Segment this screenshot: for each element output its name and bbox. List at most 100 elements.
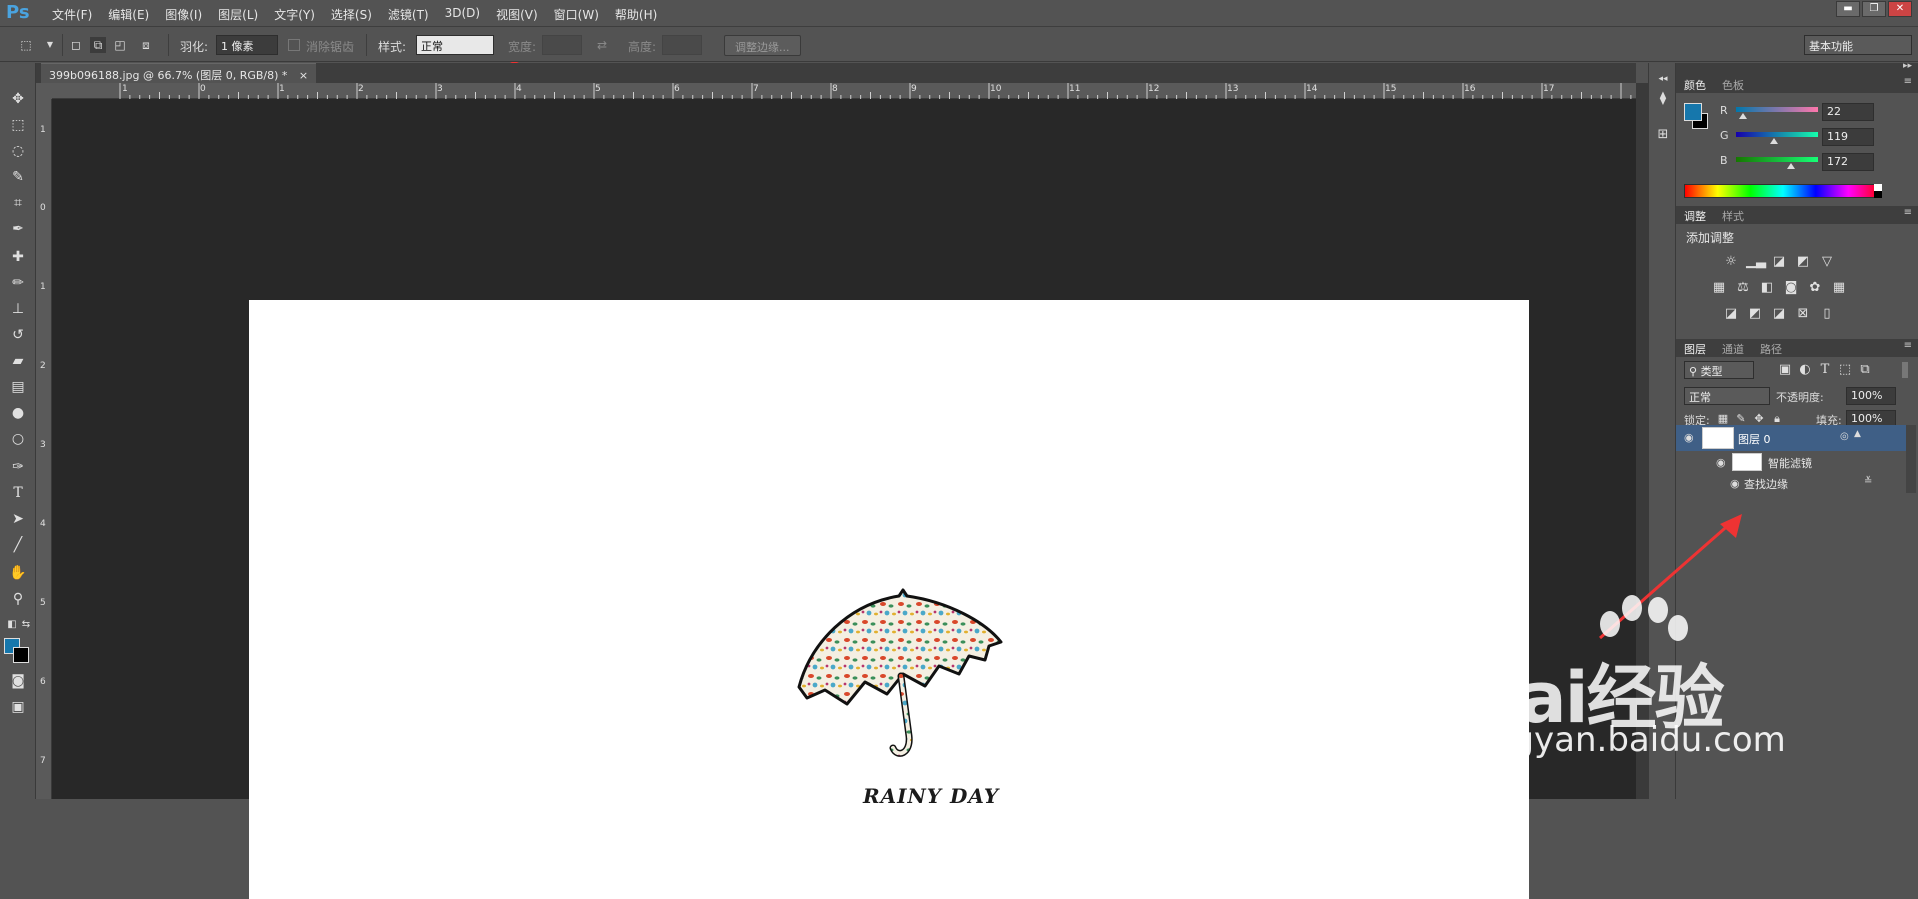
invert-icon[interactable]: ◪	[1722, 306, 1740, 322]
menu-select[interactable]: 选择(S)	[323, 6, 380, 23]
dodge-tool-icon[interactable]: ○	[8, 429, 28, 449]
height-input[interactable]	[662, 35, 702, 55]
filter-name[interactable]: 查找边缘	[1744, 476, 1788, 492]
minimize-icon[interactable]: ▬	[1836, 1, 1860, 17]
hand-tool-icon[interactable]: ✋	[8, 563, 28, 583]
filter-smart-object-icon[interactable]: ⧉	[1856, 362, 1874, 378]
chevron-up-icon[interactable]: ▲	[1854, 429, 1861, 439]
filter-toggle[interactable]	[1902, 362, 1908, 378]
panel-menu-icon[interactable]: ≡	[1904, 207, 1912, 218]
layers-scrollbar[interactable]	[1906, 425, 1916, 493]
pen-tool-icon[interactable]: ✑	[8, 457, 28, 477]
quick-select-icon[interactable]: ✎	[8, 167, 28, 187]
menu-view[interactable]: 视图(V)	[488, 6, 546, 23]
vibrance-icon[interactable]: ▽	[1818, 254, 1836, 270]
color-foreground-swatch[interactable]	[1684, 103, 1702, 121]
curves-icon[interactable]: ◪	[1770, 254, 1788, 270]
threshold-icon[interactable]: ◪	[1770, 306, 1788, 322]
eye-icon[interactable]: ◉	[1684, 431, 1694, 444]
tab-paths[interactable]: 路径	[1760, 341, 1782, 357]
collapse-arrows-icon[interactable]: ◂◂	[1653, 69, 1673, 89]
filter-adjustment-icon[interactable]: ◐	[1796, 362, 1814, 378]
eraser-tool-icon[interactable]: ▰	[8, 351, 28, 371]
menu-edit[interactable]: 编辑(E)	[100, 6, 157, 23]
hue-saturation-icon[interactable]: ▦	[1710, 280, 1728, 296]
width-input[interactable]	[542, 35, 582, 55]
tab-channels[interactable]: 通道	[1722, 341, 1744, 357]
green-slider-thumb[interactable]	[1770, 138, 1779, 144]
history-panel-icon[interactable]: ⧫	[1653, 89, 1673, 109]
levels-icon[interactable]: ▁▃	[1746, 254, 1766, 270]
tab-styles[interactable]: 样式	[1722, 208, 1744, 224]
selective-color-icon[interactable]: ⊠	[1794, 306, 1812, 322]
close-tab-icon[interactable]: ×	[299, 69, 308, 82]
color-lookup-icon[interactable]: ▦	[1830, 280, 1848, 296]
canvas-area[interactable]: RAINY DAY	[52, 99, 1636, 899]
expand-panels-icon[interactable]: ▸▸	[1903, 61, 1912, 71]
menu-file[interactable]: 文件(F)	[44, 6, 100, 23]
color-spectrum-bar[interactable]	[1684, 184, 1882, 198]
chevron-down-icon[interactable]: ▼	[42, 37, 58, 53]
menu-layer[interactable]: 图层(L)	[210, 6, 266, 23]
lasso-tool-icon[interactable]: ◌	[8, 141, 28, 161]
new-selection-icon[interactable]: ◻	[68, 37, 84, 53]
type-tool-icon[interactable]: T	[8, 483, 28, 503]
green-slider-track[interactable]	[1736, 132, 1818, 137]
subtract-selection-icon[interactable]: ◰	[112, 37, 128, 53]
filter-pixel-icon[interactable]: ▣	[1776, 362, 1794, 378]
tab-color[interactable]: 颜色	[1684, 77, 1706, 93]
gradient-map-icon[interactable]: ▯	[1818, 306, 1836, 322]
restore-icon[interactable]: ❐	[1862, 1, 1886, 17]
smart-filter-row[interactable]: ◉ 智能滤镜	[1676, 451, 1906, 473]
white-swatch[interactable]	[1874, 184, 1882, 191]
add-selection-icon[interactable]: ⧉	[90, 37, 106, 53]
menu-3d[interactable]: 3D(D)	[437, 6, 488, 23]
filter-row[interactable]: ◉ 查找边缘 ≚	[1676, 473, 1906, 493]
opacity-input[interactable]: 100%	[1846, 387, 1896, 405]
filter-shape-icon[interactable]: ⬚	[1836, 362, 1854, 378]
panel-menu-icon[interactable]: ≡	[1904, 76, 1912, 87]
red-slider-thumb[interactable]	[1739, 113, 1748, 119]
path-select-icon[interactable]: ➤	[8, 509, 28, 529]
move-tool-icon[interactable]: ✥	[8, 89, 28, 109]
swap-icon[interactable]: ⇄	[594, 37, 610, 53]
marquee-tool-icon[interactable]: ⬚	[8, 115, 28, 135]
red-slider-track[interactable]	[1736, 107, 1818, 112]
close-icon[interactable]: ✕	[1888, 1, 1912, 17]
red-value-input[interactable]: 22	[1822, 103, 1874, 121]
green-value-input[interactable]: 119	[1822, 128, 1874, 146]
eye-icon[interactable]: ◉	[1716, 456, 1726, 469]
brush-tool-icon[interactable]: ✏	[8, 273, 28, 293]
tab-swatches[interactable]: 色板	[1722, 77, 1744, 93]
black-white-icon[interactable]: ◧	[1758, 280, 1776, 296]
panel-menu-icon[interactable]: ≡	[1904, 340, 1912, 351]
menu-help[interactable]: 帮助(H)	[607, 6, 665, 23]
exposure-icon[interactable]: ◩	[1794, 254, 1812, 270]
swap-colors-icon[interactable]: ⇆	[16, 615, 36, 635]
background-color-swatch[interactable]	[13, 647, 29, 663]
marquee-tool-icon[interactable]: ⬚	[18, 37, 34, 53]
blue-slider-thumb[interactable]	[1787, 163, 1796, 169]
properties-panel-icon[interactable]: ⊞	[1653, 125, 1673, 145]
document-tab[interactable]: 399b096188.jpg @ 66.7% (图层 0, RGB/8) * ×	[41, 63, 317, 83]
intersect-selection-icon[interactable]: ⧈	[138, 37, 154, 53]
quick-mask-icon[interactable]: ◙	[8, 671, 28, 691]
line-tool-icon[interactable]: ╱	[8, 535, 28, 555]
blur-tool-icon[interactable]: ●	[8, 403, 28, 423]
blend-mode-select[interactable]: 正常	[1684, 387, 1770, 405]
menu-image[interactable]: 图像(I)	[157, 6, 210, 23]
gradient-tool-icon[interactable]: ▤	[8, 377, 28, 397]
style-select[interactable]: 正常	[416, 35, 494, 55]
menu-filter[interactable]: 滤镜(T)	[380, 6, 437, 23]
workspace-select[interactable]: 基本功能	[1804, 35, 1912, 55]
layer-row-selected[interactable]: ◉ 图层 0 ◎ ▲	[1676, 425, 1906, 451]
photo-filter-icon[interactable]: ◙	[1782, 280, 1800, 296]
posterize-icon[interactable]: ◩	[1746, 306, 1764, 322]
zoom-tool-icon[interactable]: ⚲	[8, 589, 28, 609]
filter-type-icon[interactable]: T	[1816, 362, 1834, 378]
color-balance-icon[interactable]: ⚖	[1734, 280, 1752, 296]
crop-tool-icon[interactable]: ⌗	[8, 193, 28, 213]
blending-options-icon[interactable]: ≚	[1864, 476, 1872, 487]
blue-slider-track[interactable]	[1736, 157, 1818, 162]
black-swatch[interactable]	[1874, 191, 1882, 198]
